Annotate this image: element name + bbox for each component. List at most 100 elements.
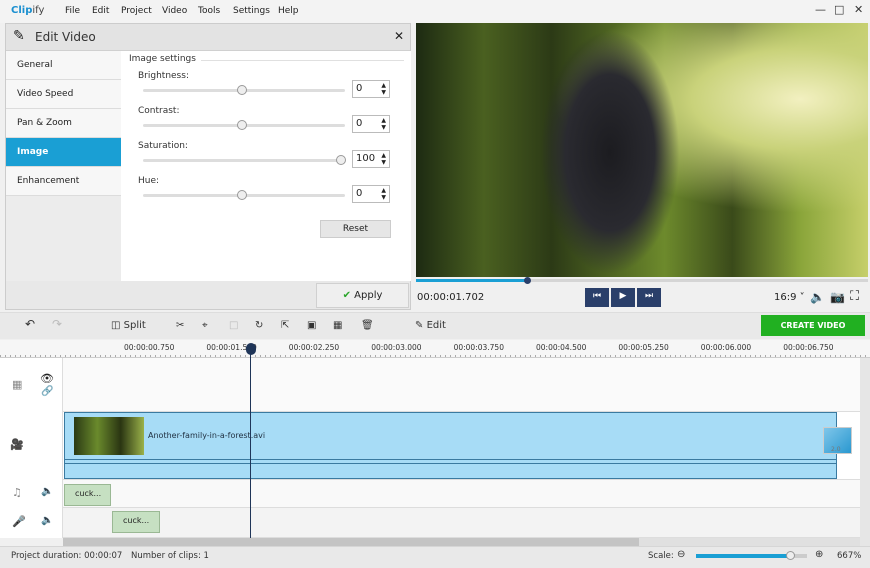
play-button[interactable]: ▶ <box>611 288 635 307</box>
spin-arrows-icon[interactable]: ▲ ▼ <box>381 82 386 96</box>
eye-icon[interactable]: 👁 <box>40 372 54 385</box>
setting-slider[interactable] <box>143 85 345 95</box>
section-title: Image settings <box>129 54 196 64</box>
clip-thumbnail <box>74 417 144 455</box>
overlay-track-header: ▦ 👁 🔗 <box>0 358 63 412</box>
delete-icon[interactable]: 🗑 <box>361 320 374 331</box>
frame-icon[interactable]: □ <box>229 320 238 331</box>
setting-value-input[interactable]: 0 ▲ ▼ <box>352 80 390 98</box>
fullscreen-icon[interactable]: ⛶ <box>850 289 859 304</box>
spin-arrows-icon[interactable]: ▲ ▼ <box>381 152 386 166</box>
nav-enhancement[interactable]: Enhancement <box>6 167 121 196</box>
nav-image[interactable]: Image <box>6 138 121 167</box>
menu-file[interactable]: File <box>65 6 80 16</box>
video-clip[interactable]: Another-family-in-a-forest.avi <box>64 412 837 479</box>
resize-icon[interactable]: ⇱ <box>281 320 289 331</box>
scale-fill <box>696 554 791 558</box>
ruler-tick-label: 00:00:03.000 <box>371 343 422 352</box>
spin-arrows-icon[interactable]: ▲ ▼ <box>381 187 386 201</box>
add-text-icon[interactable]: ▦ <box>333 320 342 331</box>
setting-slider[interactable] <box>143 190 345 200</box>
vertical-scrollbar[interactable] <box>860 358 870 546</box>
menu-tools[interactable]: Tools <box>198 6 220 16</box>
link-icon[interactable]: 🔗 <box>41 386 53 397</box>
setting-label: Contrast: <box>138 106 180 116</box>
apply-button[interactable]: ✔ Apply <box>316 283 409 308</box>
stabilize-icon[interactable]: ▣ <box>307 320 316 331</box>
menu-help[interactable]: Help <box>278 6 299 16</box>
menu-settings[interactable]: Settings <box>233 6 270 16</box>
setting-value-input[interactable]: 100 ▲ ▼ <box>352 150 390 168</box>
panel-header: ✎ Edit Video ✕ <box>6 24 410 51</box>
menu-edit[interactable]: Edit <box>92 6 109 16</box>
menu-project[interactable]: Project <box>121 6 152 16</box>
setting-label: Saturation: <box>138 141 188 151</box>
create-video-button[interactable]: CREATE VIDEO <box>761 315 865 336</box>
clip-name: Another-family-in-a-forest.avi <box>148 431 266 440</box>
slider-handle[interactable] <box>237 85 247 95</box>
check-icon: ✔ <box>342 290 351 301</box>
setting-label: Hue: <box>138 176 160 186</box>
crop-icon[interactable]: ⌖ <box>202 320 208 331</box>
horizontal-scrollbar[interactable] <box>63 538 860 546</box>
menu-video[interactable]: Video <box>162 6 187 16</box>
edit-button[interactable]: ✎ Edit <box>415 320 446 331</box>
ruler-tick-label: 00:00:02.250 <box>288 343 340 352</box>
setting-value-input[interactable]: 0 ▲ ▼ <box>352 185 390 203</box>
app-logo: Clipify <box>11 5 45 16</box>
minimize-button[interactable]: — <box>815 3 826 16</box>
voice-clip[interactable]: cuck... <box>112 511 160 533</box>
scrollbar-thumb[interactable] <box>63 538 639 546</box>
ruler-tick-label: 00:00:05.250 <box>618 343 669 352</box>
current-time: 00:00:01.702 <box>417 292 485 303</box>
music-track-header: ♫ 🔈 <box>0 480 63 508</box>
scale-slider[interactable] <box>696 551 807 560</box>
music-clip[interactable]: cuck... <box>64 484 111 506</box>
playhead-line <box>250 347 251 538</box>
redo-icon[interactable]: ↷ <box>52 317 62 331</box>
split-button[interactable]: ◫ Split <box>111 320 146 331</box>
edit-icon: ✎ <box>13 28 25 44</box>
music-volume-icon[interactable]: 🔈 <box>41 486 53 497</box>
slider-handle[interactable] <box>336 155 346 165</box>
video-frame-subject <box>540 30 680 275</box>
next-button[interactable]: ⏭ <box>637 288 661 307</box>
close-panel-button[interactable]: ✕ <box>394 29 404 43</box>
playback-progress[interactable] <box>416 277 868 284</box>
slider-handle[interactable] <box>237 120 247 130</box>
previous-button[interactable]: ⏮ <box>585 288 609 307</box>
volume-icon[interactable]: 🔈 <box>810 290 825 304</box>
film-icon: ▦ <box>12 378 23 391</box>
panel-title: Edit Video <box>35 30 96 44</box>
slider-handle[interactable] <box>237 190 247 200</box>
spin-arrows-icon[interactable]: ▲ ▼ <box>381 117 386 131</box>
setting-slider[interactable] <box>143 155 346 165</box>
zoom-out-icon[interactable]: ⊖ <box>677 549 685 560</box>
divider <box>201 60 404 61</box>
music-track <box>0 480 860 508</box>
progress-fill <box>416 279 528 282</box>
nav-pan-zoom[interactable]: Pan & Zoom <box>6 109 121 138</box>
aspect-ratio-select[interactable]: 16:9 ˅ <box>774 292 805 303</box>
nav-general[interactable]: General <box>6 51 121 80</box>
setting-slider[interactable] <box>143 120 345 130</box>
image-settings: Image settings Brightness: 0 ▲ ▼ Contrast: … <box>121 51 411 281</box>
ruler-tick-label: 00:00:06.750 <box>783 343 834 352</box>
maximize-button[interactable]: □ <box>834 3 844 16</box>
voice-volume-icon[interactable]: 🔈 <box>41 515 53 526</box>
nav-video-speed[interactable]: Video Speed <box>6 80 121 109</box>
transition-duration: 2.0 <box>831 446 841 453</box>
undo-icon[interactable]: ↶ <box>25 317 35 331</box>
rotate-icon[interactable]: ↻ <box>255 320 263 331</box>
progress-handle[interactable] <box>524 277 532 284</box>
reset-button[interactable]: Reset <box>320 220 391 238</box>
microphone-icon: 🎤 <box>12 515 26 528</box>
setting-label: Brightness: <box>138 71 189 81</box>
cut-icon[interactable]: ✂ <box>176 320 184 331</box>
camera-icon: 🎥 <box>10 438 24 451</box>
snapshot-icon[interactable]: 📷 <box>830 290 845 304</box>
close-window-button[interactable]: ✕ <box>854 3 863 16</box>
playhead-handle[interactable] <box>246 343 256 355</box>
zoom-in-icon[interactable]: ⊕ <box>815 549 823 560</box>
setting-value-input[interactable]: 0 ▲ ▼ <box>352 115 390 133</box>
